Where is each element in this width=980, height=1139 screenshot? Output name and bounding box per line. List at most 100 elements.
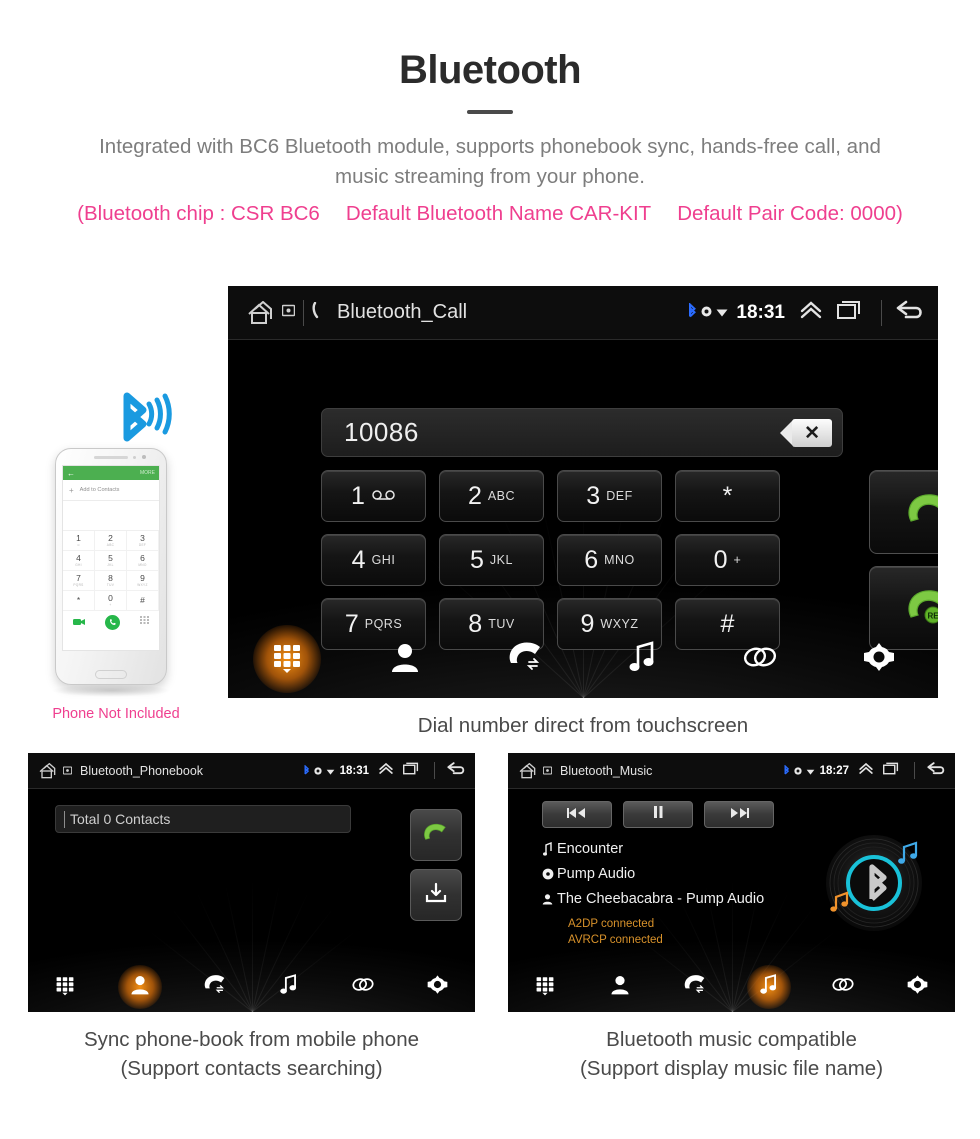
page-title: Bluetooth <box>398 48 582 92</box>
toolbar-contacts-button[interactable] <box>598 965 642 1009</box>
phone-key: 8 TUV <box>95 571 127 591</box>
toolbar-pair-button[interactable] <box>821 965 865 1009</box>
toolbar-call-history-button[interactable] <box>192 965 236 1009</box>
dial-number-display[interactable]: 10086 ✕ <box>321 408 843 457</box>
phone-speaker <box>94 456 128 459</box>
home-icon[interactable] <box>38 762 58 779</box>
device-icon[interactable] <box>281 304 296 322</box>
toolbar-pair-button[interactable] <box>341 965 385 1009</box>
back-arrow-icon[interactable] <box>447 761 467 781</box>
toolbar-keypad-button[interactable] <box>43 965 87 1009</box>
back-arrow-icon[interactable] <box>927 761 947 781</box>
clock: 18:31 <box>339 764 369 777</box>
recent-apps-icon[interactable] <box>837 300 863 325</box>
phone-key: 7 PQRS <box>63 571 95 591</box>
device-icon[interactable] <box>62 762 73 780</box>
plus-icon: + <box>69 485 74 495</box>
toolbar-keypad-button[interactable] <box>523 965 567 1009</box>
contacts-search-input[interactable]: Total 0 Contacts <box>55 805 351 833</box>
backspace-x-label: ✕ <box>804 422 820 444</box>
key-5[interactable]: 5 JKL <box>439 534 544 586</box>
phonebook-caption-line-1: Sync phone-book from mobile phone <box>83 1028 420 1051</box>
chevron-up-icon[interactable] <box>799 300 823 325</box>
signal-dot-icon <box>313 762 322 780</box>
toolbar-music-button[interactable] <box>608 625 676 693</box>
bottom-toolbar <box>28 962 475 1012</box>
signal-dot-icon <box>701 304 712 322</box>
screen-title: Bluetooth_Phonebook <box>80 763 204 778</box>
gear-icon <box>907 974 928 1000</box>
track-title-row: Encounter <box>538 841 764 857</box>
home-icon[interactable] <box>246 300 276 325</box>
key-letters: MNO <box>604 553 635 567</box>
phone-illustration: ← MORE + Add to Contacts 1 ∞ 2 ABC 3 DEF 4G… <box>51 448 171 697</box>
key-letters: DEF <box>606 489 633 503</box>
toolbar-keypad-button[interactable] <box>253 625 322 693</box>
key-digit: 6 <box>584 545 599 574</box>
toolbar-settings-button[interactable] <box>416 965 460 1009</box>
key-1[interactable]: 1 <box>321 470 426 522</box>
toolbar-pair-button[interactable] <box>726 625 794 693</box>
bluetooth-icon <box>783 762 790 780</box>
clock: 18:31 <box>736 301 785 323</box>
key-star[interactable]: * <box>675 470 780 522</box>
chevron-up-icon[interactable] <box>858 762 874 780</box>
phonebook-caption-line-2: (Support contacts searching) <box>120 1057 383 1080</box>
text-cursor <box>64 810 65 828</box>
home-icon[interactable] <box>518 762 538 779</box>
phone-key-digit: 1 <box>76 533 81 544</box>
toolbar-call-history-button[interactable] <box>672 965 716 1009</box>
previous-icon <box>566 806 588 824</box>
phone-body: ← MORE + Add to Contacts 1 ∞ 2 ABC 3 DEF 4G… <box>55 448 167 685</box>
phone-more-label: MORE <box>140 470 155 476</box>
previous-track-button[interactable] <box>542 801 612 828</box>
phone-camera-icon <box>142 455 146 459</box>
key-digit: 4 <box>351 545 366 574</box>
toolbar-music-button[interactable] <box>746 965 791 1009</box>
device-icon[interactable] <box>542 762 553 780</box>
phone-key: 1 ∞ <box>63 531 95 551</box>
backspace-button[interactable]: ✕ <box>780 418 832 447</box>
phone-key: 9 WXYZ <box>127 571 159 591</box>
phone-back-icon: ← <box>67 468 75 478</box>
bluetooth-music-screen: Bluetooth_Music 18:27 Encounter Pump Aud… <box>508 753 955 1012</box>
next-track-button[interactable] <box>704 801 774 828</box>
phone-key-digit: 8 <box>108 573 113 584</box>
a2dp-status: A2DP connected <box>568 918 655 930</box>
key-3[interactable]: 3 DEF <box>557 470 662 522</box>
phone-keypad: 1 ∞ 2 ABC 3 DEF 4 GHI 5 JKL 6 MNO 7 PQRS 8 TUV 9… <box>63 531 159 611</box>
phone-handset-icon <box>903 491 938 534</box>
contact-icon <box>390 641 420 678</box>
recent-apps-icon[interactable] <box>402 762 420 780</box>
wifi-icon <box>716 304 728 322</box>
key-6[interactable]: 6 MNO <box>557 534 662 586</box>
toolbar-contacts-button[interactable] <box>371 625 439 693</box>
back-arrow-icon[interactable] <box>896 299 926 326</box>
main-screen-caption: Dial number direct from touchscreen <box>417 714 749 737</box>
pause-button[interactable] <box>623 801 693 828</box>
call-button[interactable] <box>410 809 462 861</box>
key-0[interactable]: 0 + <box>675 534 780 586</box>
call-button[interactable] <box>869 470 938 554</box>
key-2[interactable]: 2 ABC <box>439 470 544 522</box>
download-phonebook-button[interactable] <box>410 869 462 921</box>
toolbar-music-button[interactable] <box>267 965 311 1009</box>
toolbar-settings-button[interactable] <box>896 965 940 1009</box>
toolbar-call-history-button[interactable] <box>490 625 558 693</box>
toolbar-settings-button[interactable] <box>845 625 913 693</box>
phone-key-letters: PQRS <box>73 582 84 587</box>
recent-apps-icon[interactable] <box>882 762 900 780</box>
toolbar-contacts-button[interactable] <box>117 965 162 1009</box>
phone-key-letters: DEF <box>138 542 147 547</box>
key-4[interactable]: 4 GHI <box>321 534 426 586</box>
subtitle-line-2: music streaming from your phone. <box>335 165 645 188</box>
note-icon <box>538 842 557 856</box>
phone-key-digit: 3 <box>140 533 145 544</box>
chevron-up-icon[interactable] <box>378 762 394 780</box>
phone-key: 2 ABC <box>95 531 127 551</box>
phone-key-digit: 2 <box>108 533 113 544</box>
key-letters: GHI <box>371 553 396 567</box>
phone-key: 3 DEF <box>127 531 159 551</box>
phone-icon[interactable] <box>312 301 325 324</box>
music-caption-line-2: (Support display music file name) <box>579 1057 884 1080</box>
